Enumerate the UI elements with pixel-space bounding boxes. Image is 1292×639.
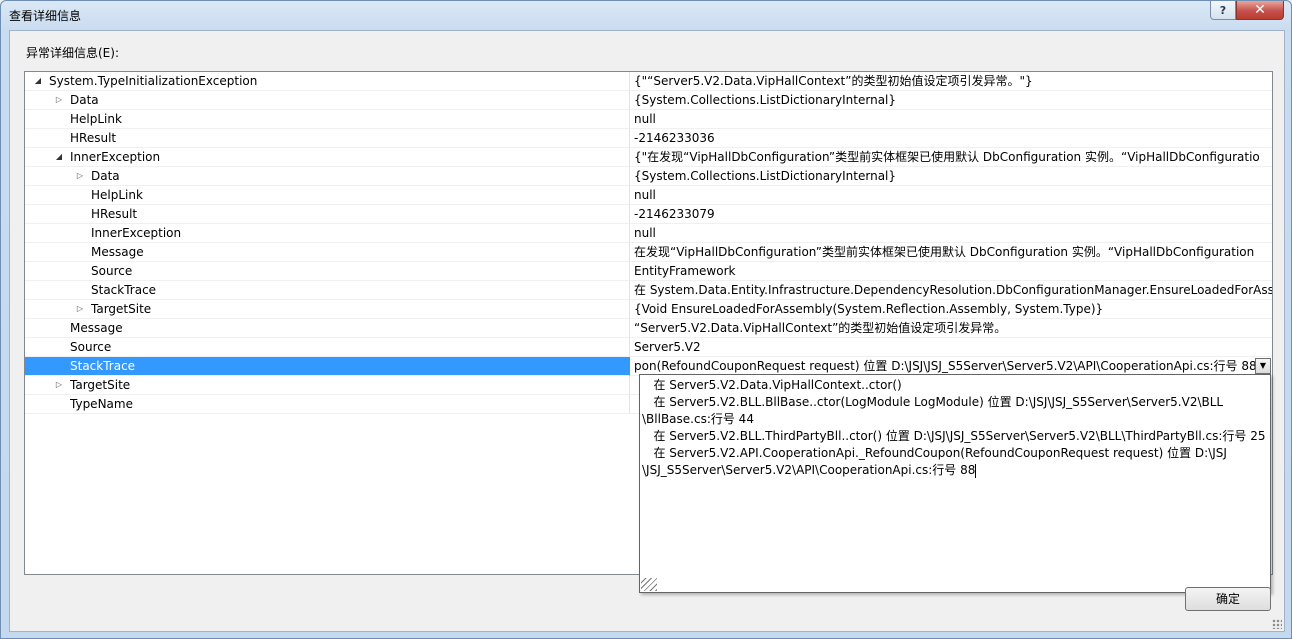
property-name: Message — [70, 321, 123, 335]
status-bar — [10, 619, 1284, 631]
title-bar[interactable]: 查看详细信息 ? ✕ — [1, 1, 1291, 29]
property-value[interactable]: {System.Collections.ListDictionaryIntern… — [629, 91, 1272, 110]
property-name-cell[interactable]: Source — [25, 338, 629, 357]
exception-details-label: 异常详细信息(E): — [26, 46, 119, 60]
property-name: StackTrace — [91, 283, 157, 297]
property-name: InnerException — [91, 226, 182, 240]
property-value[interactable]: “Server5.V2.Data.VipHallContext”的类型初始值设定… — [629, 319, 1272, 338]
property-value[interactable]: {"“Server5.V2.Data.VipHallContext”的类型初始值… — [629, 72, 1272, 91]
dialog-body: 异常详细信息(E): ◢ System.TypeInitializationExc… — [9, 30, 1285, 632]
property-value[interactable]: -2146233079 — [629, 205, 1272, 224]
property-name: Source — [70, 340, 112, 354]
property-row[interactable]: ▷ TargetSite {Void EnsureLoadedForAssembly… — [25, 300, 1272, 319]
stacktrace-textarea[interactable]: 在 Server5.V2.Data.VipHallContext..ctor()… — [642, 377, 1268, 572]
stacktrace-popup[interactable]: 在 Server5.V2.Data.VipHallContext..ctor()… — [639, 374, 1271, 593]
property-name-cell[interactable]: ▷ Data — [25, 167, 629, 186]
details-dialog: 查看详细信息 ? ✕ 异常详细信息(E): ◢ System.TypeInitia… — [0, 0, 1292, 639]
resize-grip-icon[interactable] — [1272, 619, 1282, 629]
property-value[interactable]: Server5.V2 — [629, 338, 1272, 357]
property-name: System.TypeInitializationException — [49, 74, 258, 88]
expand-arrow-icon[interactable]: ▷ — [54, 380, 64, 390]
property-name: TypeName — [70, 397, 133, 411]
text-caret — [975, 463, 977, 478]
property-name-cell[interactable]: Message — [25, 319, 629, 338]
property-name: Data — [91, 169, 120, 183]
expand-arrow-icon[interactable]: ▷ — [75, 304, 85, 314]
property-row[interactable]: Message “Server5.V2.Data.VipHallContext”的… — [25, 319, 1272, 338]
help-button[interactable]: ? — [1210, 1, 1236, 20]
property-row[interactable]: HResult -2146233079 — [25, 205, 1272, 224]
property-name: TargetSite — [91, 302, 152, 316]
property-name: StackTrace — [70, 359, 136, 373]
property-value[interactable]: 在发现“VipHallDbConfiguration”类型前实体框架已使用默认 … — [629, 243, 1272, 262]
property-name: HResult — [91, 207, 138, 221]
property-value[interactable]: EntityFramework — [629, 262, 1272, 281]
property-row[interactable]: HResult -2146233036 — [25, 129, 1272, 148]
property-row[interactable]: ◢ System.TypeInitializationException {"“Se… — [25, 72, 1272, 91]
property-row[interactable]: StackTrace 在 System.Data.Entity.Infrastr… — [25, 281, 1272, 300]
property-value[interactable]: null — [629, 186, 1272, 205]
close-button[interactable]: ✕ — [1236, 1, 1284, 20]
property-name-cell[interactable]: StackTrace — [25, 281, 629, 300]
close-icon: ✕ — [1254, 2, 1266, 18]
collapse-arrow-icon[interactable]: ◢ — [54, 152, 64, 162]
window-title: 查看详细信息 — [9, 9, 82, 23]
property-name-cell[interactable]: ◢ System.TypeInitializationException — [25, 72, 629, 91]
property-name-cell[interactable]: ▷ TargetSite — [25, 300, 629, 319]
expand-arrow-icon[interactable]: ▷ — [75, 171, 85, 181]
property-name-cell[interactable]: ▷ TargetSite — [25, 376, 629, 395]
property-row[interactable]: ▷ Data {System.Collections.ListDictionaryI… — [25, 167, 1272, 186]
collapse-arrow-icon[interactable]: ◢ — [33, 76, 43, 86]
property-name-cell[interactable]: InnerException — [25, 224, 629, 243]
property-name-cell[interactable]: StackTrace — [25, 357, 629, 376]
property-row[interactable]: Source EntityFramework — [25, 262, 1272, 281]
expand-arrow-icon[interactable]: ▷ — [54, 95, 64, 105]
property-value[interactable]: 在 System.Data.Entity.Infrastructure.Depe… — [629, 281, 1272, 300]
property-value[interactable]: {System.Collections.ListDictionaryIntern… — [629, 167, 1272, 186]
property-name-cell[interactable]: Source — [25, 262, 629, 281]
property-name: InnerException — [70, 150, 161, 164]
property-name-cell[interactable]: ◢ InnerException — [25, 148, 629, 167]
property-name-cell[interactable]: TypeName — [25, 395, 629, 414]
property-value[interactable]: null — [629, 224, 1272, 243]
property-row[interactable]: HelpLink null — [25, 186, 1272, 205]
property-value[interactable]: -2146233036 — [629, 129, 1272, 148]
property-row[interactable]: ◢ InnerException {"在发现“VipHallDbConfigurat… — [25, 148, 1272, 167]
property-name-cell[interactable]: Message — [25, 243, 629, 262]
property-row[interactable]: HelpLink null — [25, 110, 1272, 129]
property-name-cell[interactable]: HelpLink — [25, 186, 629, 205]
property-name: Data — [70, 93, 99, 107]
dropdown-arrow-icon[interactable]: ▼ — [1255, 358, 1271, 374]
property-name: HelpLink — [91, 188, 143, 202]
property-name-cell[interactable]: HelpLink — [25, 110, 629, 129]
property-name-cell[interactable]: HResult — [25, 129, 629, 148]
ok-button[interactable]: 确定 — [1185, 587, 1271, 611]
property-name: Source — [91, 264, 133, 278]
help-icon: ? — [1219, 3, 1227, 17]
stacktrace-text: 在 Server5.V2.Data.VipHallContext..ctor()… — [642, 378, 1266, 477]
property-value[interactable]: null — [629, 110, 1272, 129]
property-name: HResult — [70, 131, 117, 145]
property-name: HelpLink — [70, 112, 122, 126]
property-name: TargetSite — [70, 378, 131, 392]
property-row[interactable]: InnerException null — [25, 224, 1272, 243]
property-name-cell[interactable]: ▷ Data — [25, 91, 629, 110]
property-row[interactable]: ▷ Data {System.Collections.ListDictionaryI… — [25, 91, 1272, 110]
property-row[interactable]: Message 在发现“VipHallDbConfiguration”类型前实体框… — [25, 243, 1272, 262]
property-value[interactable]: {Void EnsureLoadedForAssembly(System.Ref… — [629, 300, 1272, 319]
property-row[interactable]: Source Server5.V2 — [25, 338, 1272, 357]
property-value[interactable]: {"在发现“VipHallDbConfiguration”类型前实体框架已使用默… — [629, 148, 1272, 167]
property-name-cell[interactable]: HResult — [25, 205, 629, 224]
property-name: Message — [91, 245, 144, 259]
popup-resize-grip-icon[interactable] — [641, 578, 657, 591]
